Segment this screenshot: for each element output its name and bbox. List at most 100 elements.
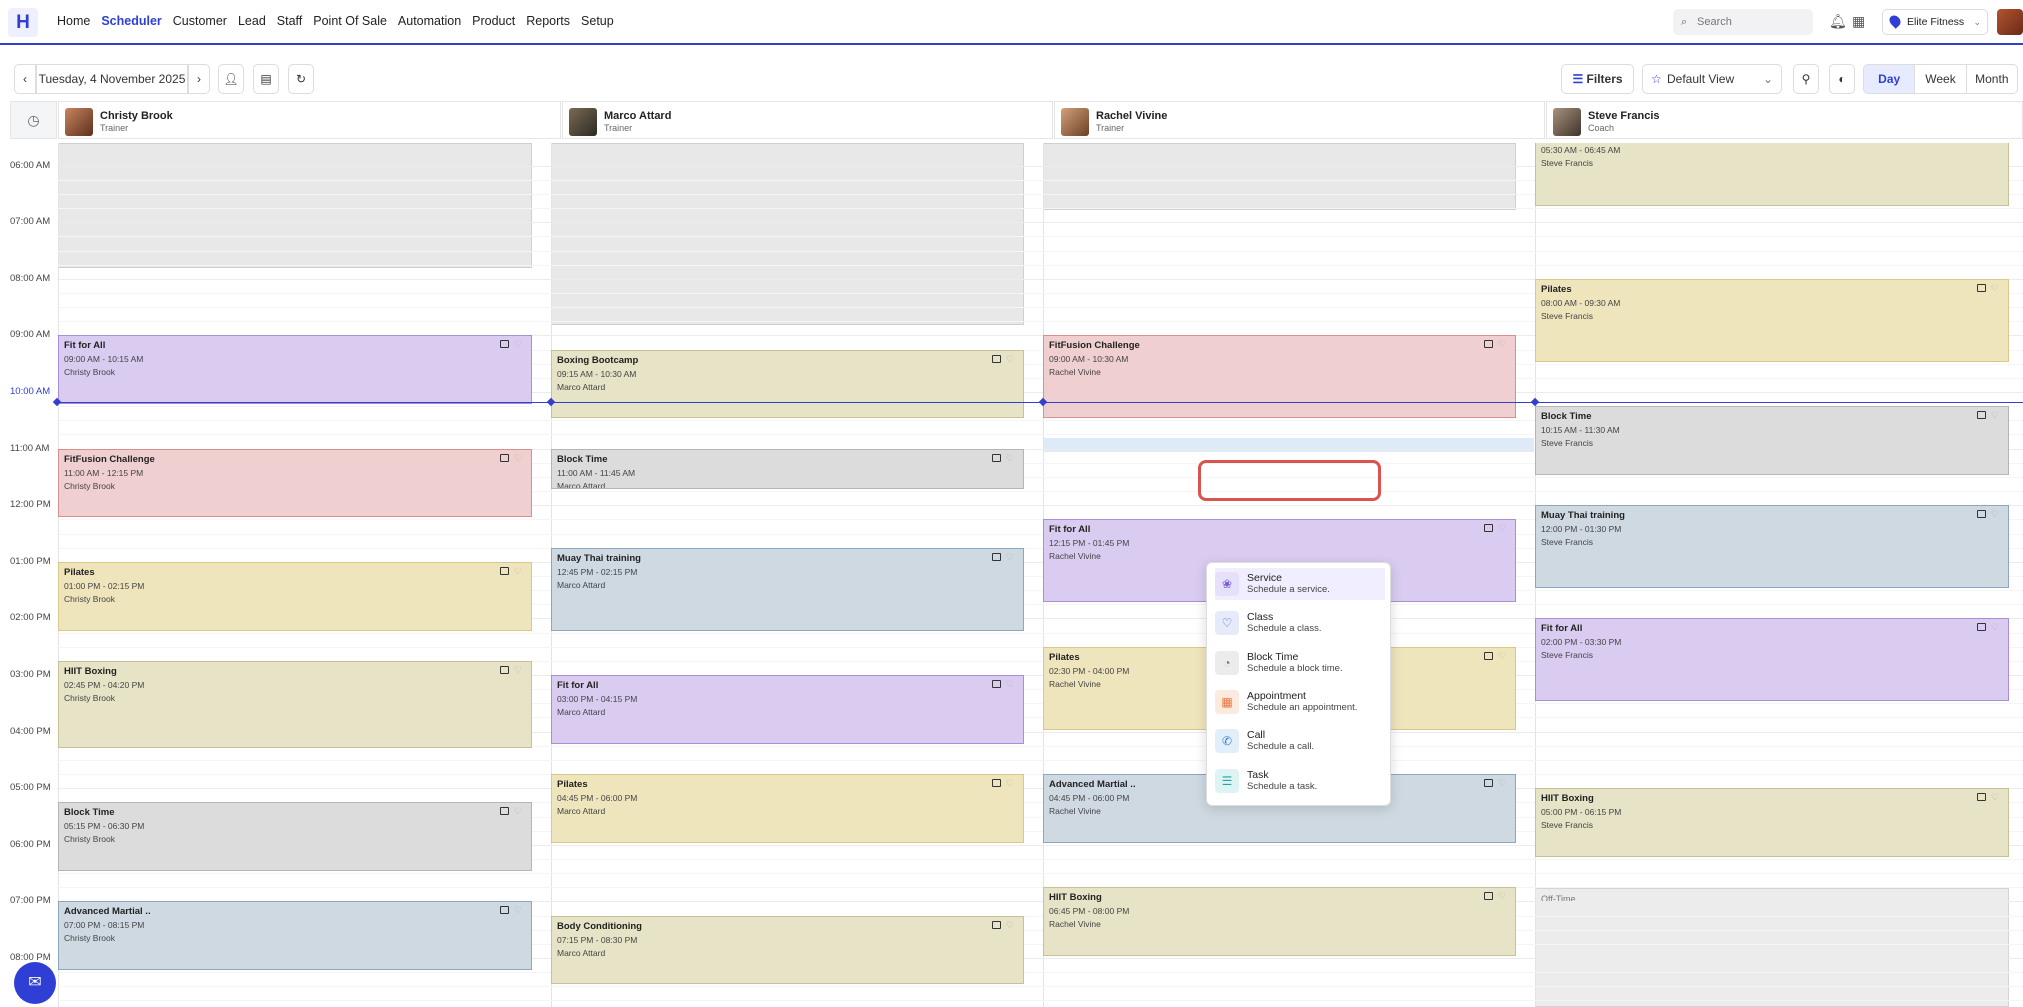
tab-month[interactable]: Month (1965, 65, 2017, 93)
event-staff: Steve Francis (1541, 537, 1593, 548)
event-time: 09:15 AM - 10:30 AM (557, 368, 637, 379)
menu-item-title: Class (1247, 611, 1274, 623)
create-appointment-item[interactable]: ▦ Appointment Schedule an appointment. (1215, 686, 1385, 718)
nav-point-of-sale[interactable]: Point Of Sale (313, 14, 387, 28)
date-display[interactable]: Tuesday, 4 November 2025 (36, 64, 188, 94)
event-time: 12:15 PM - 01:45 PM (1049, 538, 1130, 549)
nav-product[interactable]: Product (472, 14, 515, 28)
staff-role: Trainer (1096, 123, 1125, 133)
event-card[interactable]: Boxing Bootcamp 09:15 AM - 10:30 AM Marco … (551, 349, 1024, 419)
event-card[interactable]: Fit for All 02:00 PM - 03:30 PM Steve Fran… (1535, 618, 2009, 702)
off-time-block: Off-Time (1535, 888, 2009, 1007)
tab-day[interactable]: Day (1864, 65, 1915, 93)
pin-icon[interactable]: ⚲ (1793, 64, 1819, 94)
staff-filter-icon[interactable]: 👤︎ (218, 64, 244, 94)
event-time: 05:00 PM - 06:15 PM (1541, 807, 1622, 818)
event-card[interactable]: 05:30 AM - 06:45 AM Steve Francis (1535, 143, 2009, 207)
app-logo[interactable]: H (8, 8, 38, 37)
event-card[interactable]: Advanced Martial .. 07:00 PM - 08:15 PM Ch… (58, 901, 532, 971)
event-card[interactable]: Block Time 11:00 AM - 11:45 AM Marco Attar… (551, 448, 1024, 490)
event-title: HIIT Boxing (1049, 892, 1102, 904)
event-card[interactable]: Pilates 08:00 AM - 09:30 AM Steve Francis ♡ (1535, 278, 2009, 362)
event-card[interactable]: FitFusion Challenge 11:00 AM - 12:15 PM Ch… (58, 448, 532, 518)
nav-reports[interactable]: Reports (526, 14, 570, 28)
event-card[interactable]: Fit for All 03:00 PM - 04:15 PM Marco Atta… (551, 675, 1024, 744)
menu-item-desc: Schedule a task. (1247, 781, 1318, 792)
class-icon (1977, 510, 1986, 519)
event-title: Fit for All (557, 680, 599, 692)
next-day-button[interactable]: › (188, 64, 210, 94)
bell-icon[interactable]: 🔔︎ (1829, 13, 1847, 30)
event-card[interactable]: HIIT Boxing 05:00 PM - 06:15 PM Steve Fran… (1535, 788, 2009, 857)
create-call-item[interactable]: ✆ Call Schedule a call. (1215, 725, 1385, 757)
event-staff: Marco Attard (557, 480, 606, 490)
event-card[interactable]: HIIT Boxing 02:45 PM - 04:20 PM Christy Br… (58, 660, 532, 749)
event-card[interactable]: Block Time 05:15 PM - 06:30 PM Christy Bro… (58, 802, 532, 872)
current-time-marker (1530, 397, 1540, 406)
refresh-icon[interactable]: ↻ (288, 64, 314, 94)
create-class-item[interactable]: ♡ Class Schedule a class. (1215, 607, 1385, 639)
class-icon (500, 906, 509, 915)
event-card[interactable]: Block Time 10:15 AM - 11:30 AM Steve Franc… (1535, 406, 2009, 475)
staff-column-header[interactable]: Christy Brook Trainer (58, 101, 561, 139)
heart-icon: ♡ (513, 664, 522, 675)
create-block-time-item[interactable]: ◔ Block Time Schedule a block time. (1215, 647, 1385, 679)
event-card[interactable]: Pilates 04:45 PM - 06:00 PM Marco Attard ♡ (551, 774, 1024, 843)
lotus-icon: ❀ (1215, 572, 1239, 596)
chat-icon[interactable]: ✉ (14, 962, 56, 1004)
event-card[interactable]: Pilates 01:00 PM - 02:15 PM Christy Brook ♡ (58, 561, 532, 631)
time-label: 09:00 AM (10, 329, 51, 341)
create-service-item[interactable]: ❀ Service Schedule a service. (1215, 568, 1385, 600)
event-staff: Marco Attard (557, 707, 606, 718)
search-input[interactable]: ⌕ Search (1673, 9, 1813, 35)
hour-line (57, 222, 2023, 224)
apps-grid-icon[interactable]: ▦ (1852, 13, 1865, 30)
staff-column-header[interactable]: Marco Attard Trainer (562, 101, 1053, 139)
class-icon (992, 920, 1001, 929)
event-time: 12:45 PM - 02:15 PM (557, 566, 638, 577)
event-card[interactable]: HIIT Boxing 06:45 PM - 08:00 PM Rachel Viv… (1043, 887, 1516, 957)
event-title: FitFusion Challenge (64, 453, 155, 465)
calendar-body[interactable]: 06:00 AM 07:00 AM 08:00 AM 09:00 AM 10:00 AM… (10, 143, 2023, 1007)
time-label: 07:00 AM (10, 216, 51, 228)
event-card[interactable]: Body Conditioning 07:15 PM - 08:30 PM Marc… (551, 915, 1024, 985)
nav-automation[interactable]: Automation (398, 14, 461, 28)
create-task-item[interactable]: ☰ Task Schedule a task. (1215, 765, 1385, 797)
event-title: Pilates (64, 566, 95, 578)
location-selector[interactable]: Elite Fitness ⌄ (1882, 9, 1988, 35)
palette-icon[interactable]: ◐ (1829, 64, 1855, 94)
event-time: 06:45 PM - 08:00 PM (1049, 906, 1130, 917)
nav-setup[interactable]: Setup (581, 14, 614, 28)
scheduler-toolbar: ‹ Tuesday, 4 November 2025 › 👤︎ ▤ ↻ ☰ Fi… (0, 64, 2023, 94)
staff-column-header[interactable]: Rachel Vivine Trainer (1054, 101, 1545, 139)
heart-icon: ♡ (513, 452, 522, 463)
nav-staff[interactable]: Staff (277, 14, 302, 28)
view-selector[interactable]: ☆ Default View ⌄ (1642, 64, 1782, 94)
event-title: Pilates (1541, 283, 1572, 295)
user-avatar[interactable] (1997, 9, 2023, 35)
resource-icon[interactable]: ▤ (253, 64, 279, 94)
nav-customer[interactable]: Customer (173, 14, 227, 28)
selected-time-slot[interactable] (1043, 438, 1534, 452)
heart-icon: ♡ (1990, 622, 1999, 633)
nav-scheduler[interactable]: Scheduler (101, 14, 161, 28)
time-label: 06:00 AM (10, 159, 51, 171)
event-card[interactable]: Muay Thai training 12:45 PM - 02:15 PM Mar… (551, 547, 1024, 631)
event-card[interactable]: Muay Thai training 12:00 PM - 01:30 PM Ste… (1535, 505, 2009, 589)
filters-button[interactable]: ☰ Filters (1561, 64, 1634, 94)
event-card[interactable]: FitFusion Challenge 09:00 AM - 10:30 AM Ra… (1043, 335, 1516, 419)
event-staff: Christy Brook (64, 692, 116, 703)
staff-column-header[interactable]: Steve Francis Coach (1546, 101, 2023, 139)
time-label: 08:00 AM (10, 272, 51, 284)
event-title: Advanced Martial .. (64, 906, 151, 918)
highlight-box (1198, 460, 1381, 501)
nav-home[interactable]: Home (57, 14, 90, 28)
heart-icon: ♡ (1005, 353, 1014, 364)
event-card[interactable]: Fit for All 09:00 AM - 10:15 AM Christy Br… (58, 335, 532, 405)
event-title: Pilates (557, 779, 588, 791)
chevron-down-icon: ⌄ (1762, 72, 1773, 86)
prev-day-button[interactable]: ‹ (14, 64, 36, 94)
tab-week[interactable]: Week (1914, 65, 1965, 93)
nav-lead[interactable]: Lead (238, 14, 266, 28)
off-time-label: Off-Time (1541, 894, 1576, 904)
